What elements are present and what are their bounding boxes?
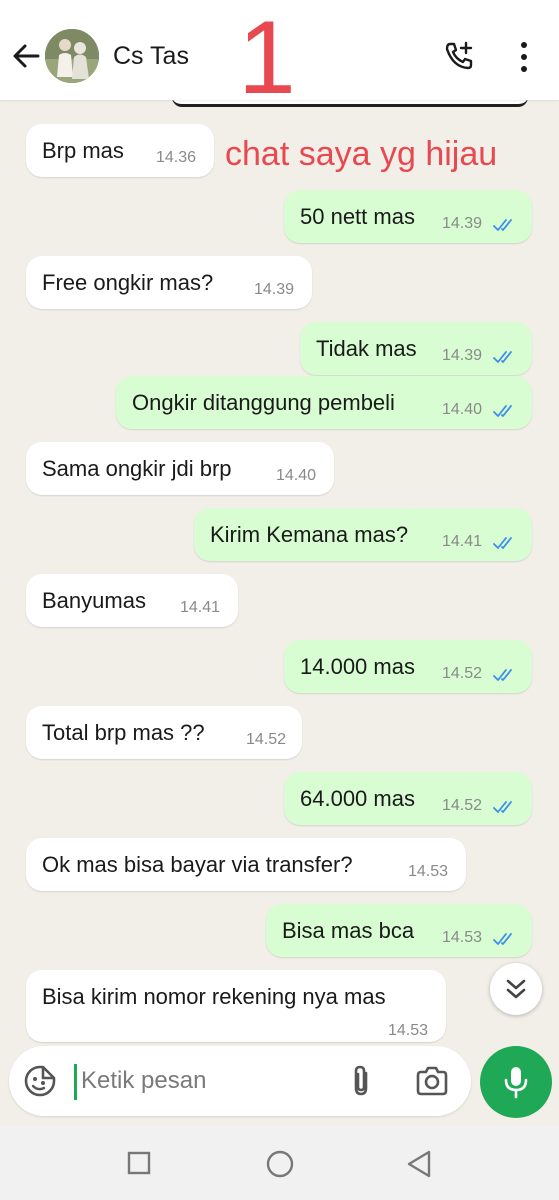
message-time: 14.40 bbox=[276, 467, 317, 484]
message-text: 50 nett mas bbox=[300, 204, 415, 229]
message-time: 14.53 bbox=[408, 863, 449, 880]
read-receipt-icon bbox=[493, 801, 512, 813]
message-text: Free ongkir mas? bbox=[42, 270, 214, 295]
incoming-message[interactable]: Brp mas 14.36 bbox=[26, 124, 214, 177]
read-receipt-icon bbox=[493, 351, 512, 363]
outgoing-message[interactable]: Bisa mas bca 14.53 bbox=[266, 904, 532, 957]
annotation-number: 1 bbox=[238, 0, 296, 116]
phone-plus-icon[interactable] bbox=[443, 40, 475, 72]
message-time: 14.39 bbox=[442, 347, 483, 364]
message-time: 14.52 bbox=[442, 665, 483, 682]
sticker-icon[interactable] bbox=[23, 1064, 57, 1098]
message-input[interactable]: Ketik pesan bbox=[81, 1067, 206, 1095]
message-text: Total brp mas ?? bbox=[42, 720, 205, 745]
system-navigation-bar bbox=[0, 1125, 559, 1200]
outgoing-message[interactable]: Ongkir ditanggung pembeli 14.40 bbox=[116, 376, 532, 429]
read-receipt-icon bbox=[493, 537, 512, 549]
message-composer: Ketik pesan bbox=[9, 1046, 471, 1116]
text-cursor bbox=[74, 1064, 77, 1100]
scroll-down-button[interactable] bbox=[490, 963, 542, 1015]
message-time: 14.39 bbox=[254, 281, 295, 298]
arrow-left-icon[interactable] bbox=[10, 40, 42, 72]
more-vertical-icon[interactable] bbox=[512, 40, 536, 74]
microphone-icon bbox=[504, 1067, 528, 1099]
incoming-message[interactable]: Ok mas bisa bayar via transfer? 14.53 bbox=[26, 838, 466, 891]
voice-record-button[interactable] bbox=[480, 1046, 552, 1118]
annotation-note: chat saya yg hijau bbox=[225, 135, 498, 173]
message-text: Tidak mas bbox=[316, 336, 417, 361]
message-time: 14.53 bbox=[388, 1022, 429, 1039]
message-time: 14.52 bbox=[442, 797, 483, 814]
contact-name[interactable]: Cs Tas bbox=[113, 42, 189, 71]
outgoing-message[interactable]: 14.000 mas 14.52 bbox=[284, 640, 532, 693]
message-text: 64.000 mas bbox=[300, 786, 415, 811]
message-text: Banyumas bbox=[42, 588, 146, 613]
message-text: Bisa mas bca bbox=[282, 918, 415, 943]
message-time: 14.39 bbox=[442, 215, 483, 232]
message-text: 14.000 mas bbox=[300, 654, 415, 679]
message-time: 14.36 bbox=[156, 149, 197, 166]
incoming-message[interactable]: Banyumas 14.41 bbox=[26, 574, 238, 627]
message-text: Brp mas bbox=[42, 138, 124, 163]
read-receipt-icon bbox=[493, 669, 512, 681]
incoming-message[interactable]: Bisa kirim nomor rekening nya mas 14.53 bbox=[26, 970, 446, 1042]
message-time: 14.41 bbox=[180, 599, 221, 616]
paperclip-icon[interactable] bbox=[346, 1064, 376, 1098]
incoming-message[interactable]: Free ongkir mas? 14.39 bbox=[26, 256, 312, 309]
message-time: 14.53 bbox=[442, 929, 483, 946]
message-text: Ok mas bisa bayar via transfer? bbox=[42, 852, 353, 877]
double-chevron-down-icon bbox=[506, 979, 526, 999]
incoming-message[interactable]: Total brp mas ?? 14.52 bbox=[26, 706, 302, 759]
message-text: Kirim Kemana mas? bbox=[210, 522, 409, 547]
message-time: 14.52 bbox=[246, 731, 287, 748]
read-receipt-icon bbox=[493, 405, 512, 417]
message-text: Bisa kirim nomor rekening nya mas bbox=[42, 984, 386, 1009]
message-text: Ongkir ditanggung pembeli bbox=[132, 390, 395, 415]
message-text: Sama ongkir jdi brp bbox=[42, 456, 232, 481]
outgoing-message[interactable]: Tidak mas 14.39 bbox=[300, 322, 532, 375]
message-time: 14.41 bbox=[442, 533, 483, 550]
read-receipt-icon bbox=[493, 933, 512, 945]
camera-icon[interactable] bbox=[415, 1065, 449, 1097]
triangle-back-icon[interactable] bbox=[405, 1149, 433, 1179]
avatar[interactable] bbox=[45, 29, 99, 83]
message-time: 14.40 bbox=[442, 401, 483, 418]
circle-icon[interactable] bbox=[265, 1149, 295, 1179]
outgoing-message[interactable]: 50 nett mas 14.39 bbox=[284, 190, 532, 243]
outgoing-message[interactable]: 64.000 mas 14.52 bbox=[284, 772, 532, 825]
read-receipt-icon bbox=[493, 219, 512, 231]
incoming-message[interactable]: Sama ongkir jdi brp 14.40 bbox=[26, 442, 334, 495]
square-icon[interactable] bbox=[127, 1151, 151, 1175]
outgoing-message[interactable]: Kirim Kemana mas? 14.41 bbox=[194, 508, 532, 561]
